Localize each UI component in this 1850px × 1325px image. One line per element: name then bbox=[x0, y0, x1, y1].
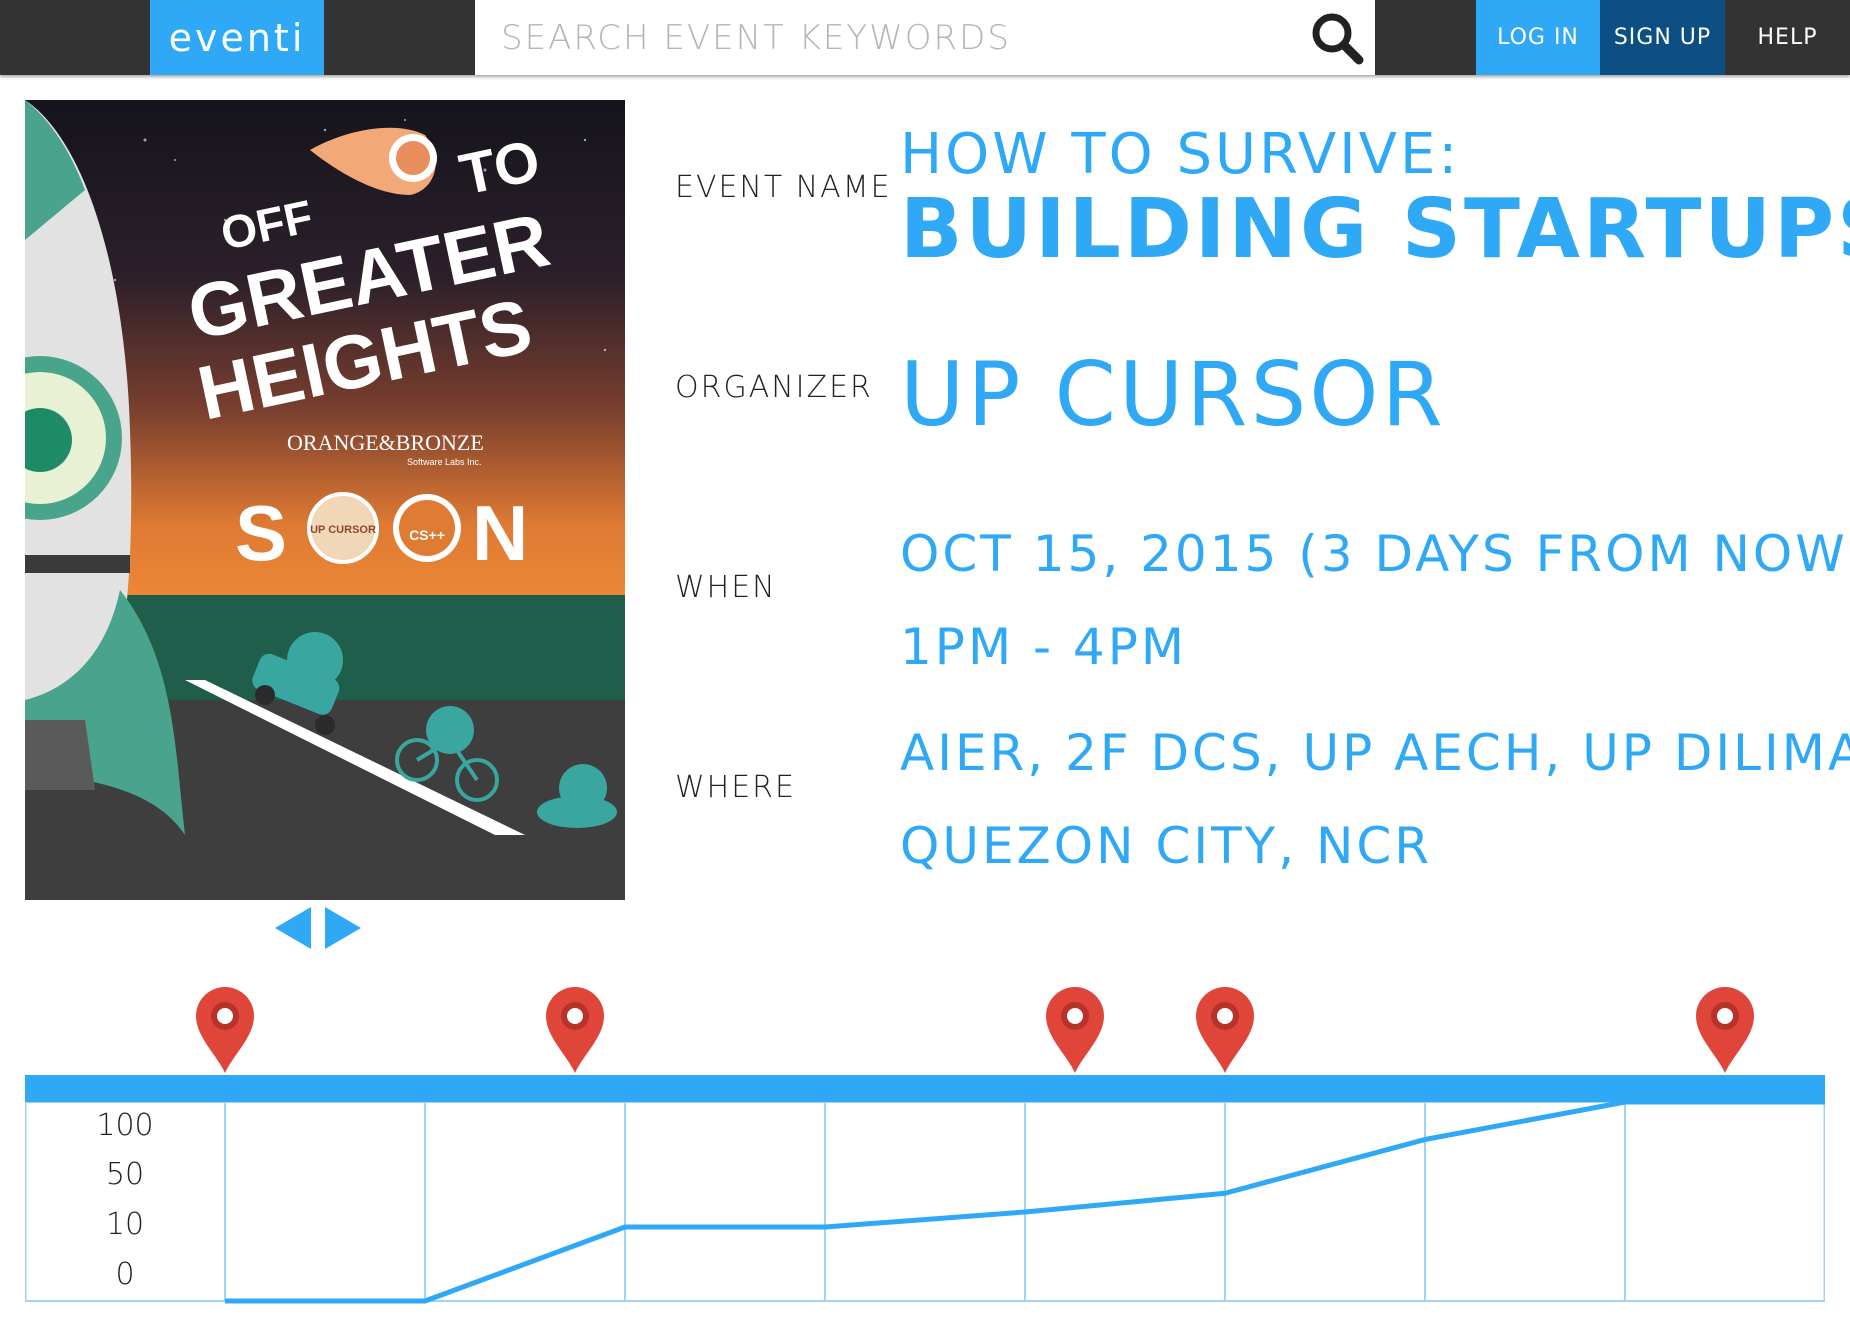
poster-soon-s: S bbox=[235, 489, 287, 577]
login-button[interactable]: LOG IN bbox=[1476, 0, 1600, 75]
map-pin-icon[interactable] bbox=[196, 987, 254, 1073]
where-label: WHERE bbox=[675, 770, 796, 805]
badge-cs: CS++ bbox=[393, 494, 461, 562]
organizer-label: ORGANIZER bbox=[675, 370, 873, 405]
badge-up-cursor: UP CURSOR bbox=[307, 492, 379, 564]
event-name-subtitle: HOW TO SURVIVE: bbox=[900, 122, 1461, 187]
help-button[interactable]: HELP bbox=[1725, 0, 1850, 75]
event-poster[interactable]: OFF TO GREATER HEIGHTS ORANGE&BRONZE Sof… bbox=[25, 100, 625, 900]
poster-soon-n: N bbox=[472, 489, 528, 577]
gallery-prev-arrow-icon[interactable] bbox=[275, 907, 311, 949]
signup-button[interactable]: SIGN UP bbox=[1600, 0, 1725, 75]
map-pin-icon[interactable] bbox=[546, 987, 604, 1073]
chart-grid-border bbox=[25, 1101, 1825, 1302]
map-pin-icon[interactable] bbox=[1046, 987, 1104, 1073]
y-tick-label: 50 bbox=[105, 1157, 145, 1192]
organizer-name[interactable]: UP CURSOR bbox=[900, 343, 1446, 446]
y-tick-label: 10 bbox=[105, 1207, 145, 1242]
poster-sponsor-sub: Software Labs Inc. bbox=[407, 457, 482, 467]
search-input[interactable] bbox=[475, 0, 1295, 75]
event-name-label: EVENT NAME bbox=[675, 170, 892, 205]
poster-sponsor: ORANGE&BRONZE bbox=[287, 430, 484, 455]
map-pin-icon[interactable] bbox=[1696, 987, 1754, 1073]
event-date: OCT 15, 2015 (3 DAYS FROM NOW) bbox=[900, 525, 1850, 583]
gallery-next-arrow-icon[interactable] bbox=[325, 907, 361, 949]
event-time: 1PM - 4PM bbox=[900, 618, 1188, 676]
y-tick-label: 0 bbox=[115, 1257, 135, 1292]
map-pin-icon[interactable] bbox=[1196, 987, 1254, 1073]
when-label: WHEN bbox=[675, 570, 777, 605]
event-location-line2: QUEZON CITY, NCR bbox=[900, 817, 1433, 875]
timeline-bar[interactable] bbox=[25, 1075, 1825, 1102]
svg-text:UP CURSOR: UP CURSOR bbox=[310, 524, 376, 536]
timeline-chart: 100 50 10 0 bbox=[25, 985, 1825, 1305]
y-tick-label: 100 bbox=[96, 1108, 154, 1143]
search-icon[interactable] bbox=[1307, 8, 1367, 68]
top-bar: eventi LOG IN SIGN UP HELP bbox=[0, 0, 1850, 75]
event-location-line1: AIER, 2F DCS, UP AECH, UP DILIMAN, bbox=[900, 724, 1850, 782]
logo[interactable]: eventi bbox=[150, 0, 324, 75]
svg-text:CS++: CS++ bbox=[409, 527, 445, 543]
search-bar bbox=[475, 0, 1375, 75]
event-name: BUILDING STARTUPS bbox=[900, 182, 1850, 277]
